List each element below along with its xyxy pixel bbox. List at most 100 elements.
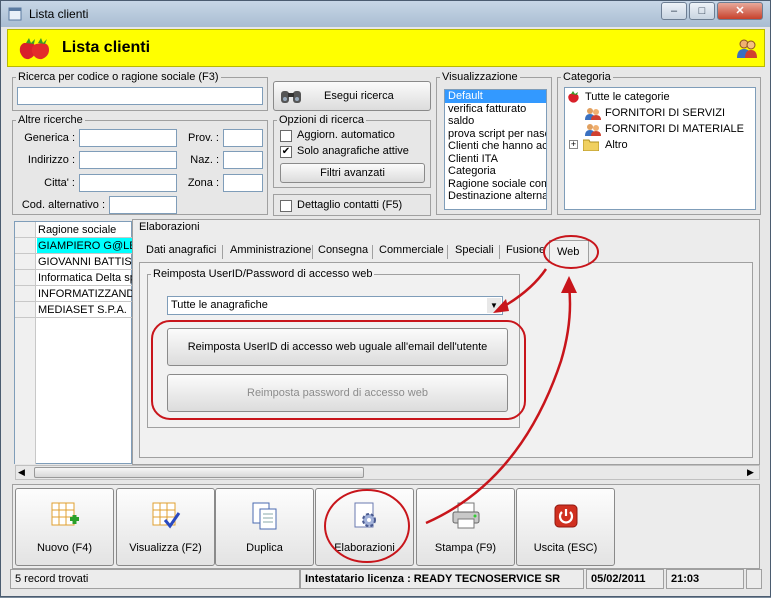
table-cell[interactable]: Informatica Delta sp [38, 272, 132, 284]
naz-input[interactable] [223, 151, 263, 169]
tab-speciali[interactable]: Speciali [455, 244, 494, 263]
view-list-item[interactable]: Destinazione alternat [445, 190, 546, 203]
view-button[interactable]: Visualizza (F2) [116, 488, 215, 566]
exit-button[interactable]: Uscita (ESC) [516, 488, 615, 566]
expand-icon[interactable]: + [569, 140, 578, 149]
duplicate-icon [252, 502, 277, 530]
view-list[interactable]: Default verifica fatturato saldo prova s… [444, 89, 547, 210]
maximize-button[interactable]: □ [689, 2, 715, 20]
view-list-item[interactable]: Default [445, 90, 546, 103]
view-list-item[interactable]: saldo [445, 115, 546, 128]
reset-userid-button[interactable]: Reimposta UserID di accesso web uguale a… [167, 328, 508, 366]
tab-web-label: Web [557, 246, 580, 258]
prov-label: Prov. : [188, 132, 219, 144]
table-row[interactable]: GIOVANNI BATTIS [15, 254, 132, 270]
generica-input[interactable] [79, 129, 177, 147]
column-header[interactable]: Ragione sociale [38, 224, 116, 236]
status-grip [746, 569, 762, 589]
view-list-item[interactable]: verifica fatturato [445, 103, 546, 116]
row-indicator [15, 302, 36, 317]
contact-details-checkbox[interactable] [280, 200, 292, 212]
printer-icon [452, 502, 480, 529]
table-row[interactable]: MEDIASET S.P.A. [15, 302, 132, 318]
tab-consegna[interactable]: Consegna [318, 244, 368, 263]
grid-header-row: Ragione sociale [15, 222, 132, 238]
view-list-item[interactable]: Ragione sociale com [445, 178, 546, 191]
view-list-item[interactable]: Clienti che hanno acc [445, 140, 546, 153]
table-row[interactable]: Informatica Delta sp [15, 270, 132, 286]
table-row[interactable]: INFORMATIZZAND [15, 286, 132, 302]
group-icon [585, 108, 601, 120]
citta-label: Citta' : [44, 177, 75, 189]
advanced-filters-button[interactable]: Filtri avanzati [280, 163, 425, 183]
main-window: Lista clienti – □ ✕ Lista clienti Ricerc… [0, 0, 771, 597]
anagrafiche-select[interactable]: Tutte le anagrafiche ▼ [167, 296, 503, 315]
exit-label: Uscita (ESC) [533, 542, 598, 554]
category-item[interactable]: FORNITORI DI MATERIALE [605, 123, 744, 135]
search-input[interactable] [17, 87, 263, 105]
scroll-left-icon[interactable]: ◀ [18, 467, 25, 478]
tab-separator [447, 245, 448, 259]
other-search-legend: Altre ricerche [18, 114, 83, 126]
tab-separator [222, 245, 223, 259]
category-tree[interactable]: Tutte le categorie FORNITORI DI SERVIZI … [564, 87, 756, 210]
execute-search-label: Esegui ricerca [324, 90, 394, 102]
reset-password-button[interactable]: Reimposta password di accesso web [167, 374, 508, 412]
table-row[interactable]: GIAMPIERO G@LE [15, 238, 132, 254]
anagrafiche-select-value: Tutte le anagrafiche [171, 299, 268, 311]
duplicate-label: Duplica [246, 542, 283, 554]
table-cell[interactable]: GIOVANNI BATTIS [38, 256, 132, 268]
chevron-down-icon[interactable]: ▼ [487, 298, 501, 313]
citta-input[interactable] [79, 174, 177, 192]
row-indicator [15, 254, 36, 269]
table-cell[interactable]: GIAMPIERO G@LE [38, 240, 132, 252]
view-list-item[interactable]: Categoria [445, 165, 546, 178]
row-indicator [15, 222, 36, 237]
users-icon[interactable] [736, 37, 758, 59]
view-label: Visualizza (F2) [129, 542, 202, 554]
close-button[interactable]: ✕ [717, 2, 763, 20]
auto-update-checkbox[interactable] [280, 130, 292, 142]
duplicate-button[interactable]: Duplica [215, 488, 314, 566]
status-records: 5 record trovati [10, 569, 300, 589]
table-cell[interactable]: INFORMATIZZAND [38, 288, 132, 300]
cod-alt-input[interactable] [109, 196, 177, 214]
view-grid-icon [152, 502, 181, 529]
horizontal-scrollbar[interactable]: ◀ ▶ [15, 465, 760, 480]
tab-fusione[interactable]: Fusione [506, 244, 545, 263]
category-item[interactable]: FORNITORI DI SERVIZI [605, 107, 725, 119]
tab-dati-anagrafici[interactable]: Dati anagrafici [146, 244, 216, 263]
elaborations-button[interactable]: Elaborazioni [315, 488, 414, 566]
minimize-button[interactable]: – [661, 2, 687, 20]
scroll-right-icon[interactable]: ▶ [747, 467, 754, 478]
category-item[interactable]: Altro [605, 139, 628, 151]
category-root[interactable]: Tutte le categorie [585, 91, 670, 103]
prov-input[interactable] [223, 129, 263, 147]
scroll-thumb[interactable] [34, 467, 364, 478]
options-legend: Opzioni di ricerca [279, 114, 364, 126]
view-list-item[interactable]: Clienti ITA [445, 153, 546, 166]
table-cell[interactable]: MEDIASET S.P.A. [38, 304, 127, 316]
tab-commerciale[interactable]: Commerciale [379, 244, 444, 263]
naz-label: Naz. : [190, 154, 219, 166]
print-label: Stampa (F9) [434, 542, 497, 554]
row-indicator [15, 286, 36, 301]
execute-search-button[interactable]: Esegui ricerca [273, 81, 431, 111]
zona-input[interactable] [223, 174, 263, 192]
new-button[interactable]: Nuovo (F4) [15, 488, 114, 566]
page-title: Lista clienti [62, 39, 151, 56]
web-reset-legend: Reimposta UserID/Password di accesso web [153, 268, 373, 280]
binoculars-icon [281, 91, 301, 103]
power-icon [554, 504, 578, 528]
new-label: Nuovo (F4) [36, 542, 93, 554]
status-time: 21:03 [666, 569, 744, 589]
zona-label: Zona : [187, 177, 219, 189]
print-button[interactable]: Stampa (F9) [416, 488, 515, 566]
tab-amministrazione[interactable]: Amministrazione [230, 244, 311, 263]
indirizzo-label: Indirizzo : [27, 154, 75, 166]
view-list-item[interactable]: prova script per nasc [445, 128, 546, 141]
active-only-checkbox[interactable]: ✔ [280, 146, 292, 158]
indirizzo-input[interactable] [79, 151, 177, 169]
elaborations-legend: Elaborazioni [139, 221, 200, 233]
gear-document-icon [354, 502, 376, 528]
